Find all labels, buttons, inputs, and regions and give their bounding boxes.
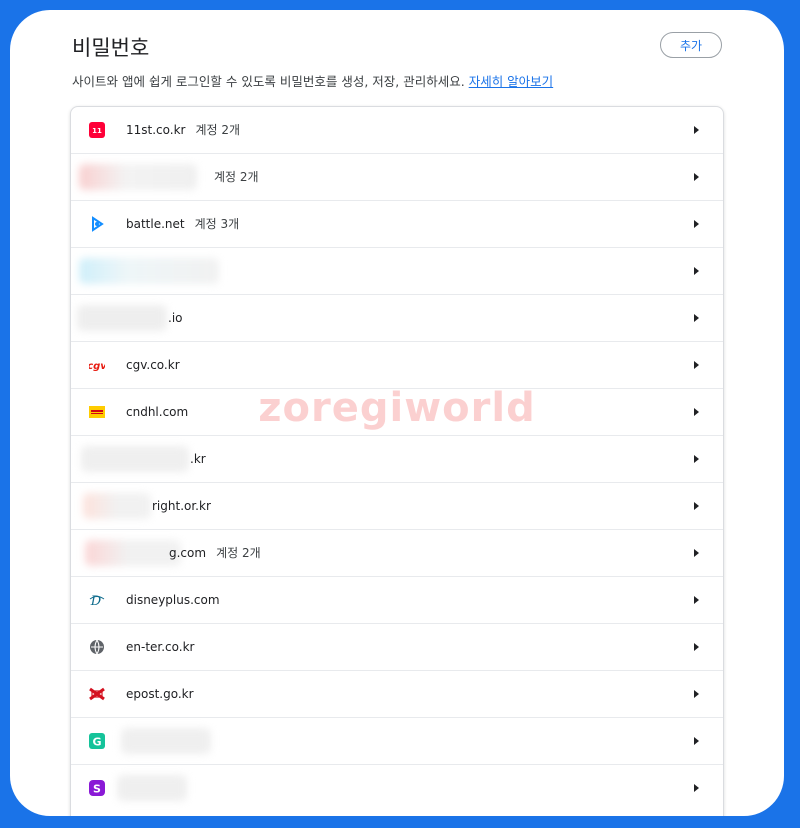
svg-text:cgv: cgv — [89, 361, 105, 372]
password-row[interactable]: 계정 2개 — [71, 154, 723, 201]
password-row[interactable]: en-ter.co.kr — [71, 624, 723, 671]
add-button[interactable]: 추가 — [660, 32, 722, 58]
redacted-site-blur — [77, 305, 167, 331]
redacted-site-blur — [79, 258, 219, 284]
password-row[interactable]: .kr — [71, 436, 723, 483]
chevron-right-icon — [694, 737, 699, 745]
password-row[interactable]: g.com 계정 2개 — [71, 530, 723, 577]
redacted-site-blur — [117, 775, 187, 801]
password-manager-panel: 비밀번호 추가 사이트와 앱에 쉽게 로그인할 수 있도록 비밀번호를 생성, … — [10, 10, 784, 816]
password-row[interactable]: battle.net 계정 3개 — [71, 201, 723, 248]
chevron-right-icon — [694, 455, 699, 463]
11st-icon: 11 — [89, 122, 105, 138]
chevron-right-icon — [694, 549, 699, 557]
redacted-site-blur — [79, 164, 197, 190]
chevron-right-icon — [694, 173, 699, 181]
password-list: 11 11st.co.kr 계정 2개 계정 2개 battle.net 계정 3개… — [70, 106, 724, 816]
redacted-site-blur — [81, 446, 189, 472]
account-count: 계정 2개 — [216, 546, 261, 560]
cgv-icon: cgv — [89, 357, 105, 373]
svg-text:G: G — [92, 736, 101, 749]
svg-text:11: 11 — [92, 127, 102, 135]
chevron-right-icon — [694, 267, 699, 275]
site-name: 11st.co.kr — [126, 123, 186, 137]
chevron-right-icon — [694, 643, 699, 651]
account-count: 계정 3개 — [194, 217, 240, 231]
password-row[interactable] — [71, 248, 723, 295]
chevron-right-icon — [694, 784, 699, 792]
chevron-right-icon — [694, 690, 699, 698]
site-name: .kr — [190, 452, 206, 466]
chevron-right-icon — [694, 126, 699, 134]
password-row[interactable]: right.or.kr — [71, 483, 723, 530]
redacted-site-blur — [121, 728, 211, 754]
g-green-icon: G — [89, 733, 105, 749]
epost-icon — [89, 686, 105, 702]
password-row[interactable]: epost.go.kr — [71, 671, 723, 718]
redacted-site-blur — [83, 493, 151, 519]
site-name: epost.go.kr — [126, 687, 194, 701]
page-description: 사이트와 앱에 쉽게 로그인할 수 있도록 비밀번호를 생성, 저장, 관리하세… — [72, 71, 553, 90]
page-title: 비밀번호 — [72, 36, 150, 60]
site-name: .io — [168, 311, 183, 325]
svg-text:S: S — [93, 783, 101, 796]
description-text: 사이트와 앱에 쉽게 로그인할 수 있도록 비밀번호를 생성, 저장, 관리하세… — [72, 74, 465, 89]
battlenet-icon — [89, 216, 105, 232]
password-row[interactable]: G — [71, 718, 723, 765]
chevron-right-icon — [694, 220, 699, 228]
redacted-site-blur — [85, 540, 181, 566]
chevron-right-icon — [694, 502, 699, 510]
password-row[interactable]: cgv cgv.co.kr — [71, 342, 723, 389]
site-name: cndhl.com — [126, 405, 189, 419]
account-count: 계정 2개 — [195, 123, 241, 137]
chevron-right-icon — [694, 408, 699, 416]
password-row[interactable]: .io — [71, 295, 723, 342]
site-name: en-ter.co.kr — [126, 640, 195, 654]
chevron-right-icon — [694, 314, 699, 322]
site-name: cgv.co.kr — [126, 358, 180, 372]
password-row[interactable]: cndhl.com — [71, 389, 723, 436]
learn-more-link[interactable]: 자세히 알아보기 — [469, 74, 553, 89]
site-name: battle.net — [126, 217, 185, 231]
account-count: 계정 2개 — [214, 170, 259, 184]
password-row[interactable]: 11 11st.co.kr 계정 2개 — [71, 107, 723, 154]
chevron-right-icon — [694, 361, 699, 369]
chevron-right-icon — [694, 596, 699, 604]
dhl-icon — [89, 404, 105, 420]
site-name: right.or.kr — [152, 499, 211, 513]
s-purple-icon: S — [89, 780, 105, 796]
globe-icon — [89, 639, 105, 655]
site-name: g.com — [169, 546, 207, 560]
disney-icon: D — [89, 592, 105, 608]
password-row[interactable]: S — [71, 765, 723, 811]
site-name: disneyplus.com — [126, 593, 220, 607]
password-row[interactable]: D disneyplus.com — [71, 577, 723, 624]
